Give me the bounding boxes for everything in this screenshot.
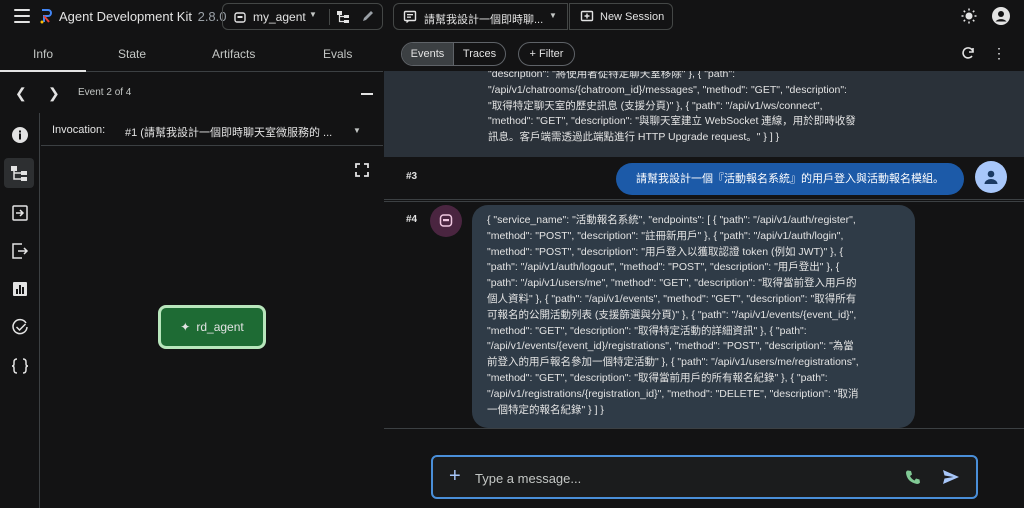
chat-icon bbox=[403, 10, 417, 23]
user-icon bbox=[984, 170, 998, 184]
app-title: Agent Development Kit 2.8.0 bbox=[59, 9, 227, 24]
event-number: #3 bbox=[406, 171, 418, 182]
invocation-select[interactable]: Invocation: #1 (請幫我設計一個即時聊天室微服務的 ... ▼ bbox=[41, 114, 383, 146]
event-line: "method": "GET", "description": "與聊天室建立 … bbox=[488, 115, 856, 128]
session-select-value: 請幫我設計一個即時聊... bbox=[424, 14, 544, 26]
plus-icon: + bbox=[529, 48, 536, 60]
menu-icon[interactable] bbox=[14, 9, 30, 23]
more-vert-icon[interactable]: ⋮ bbox=[992, 45, 1006, 62]
chevron-right-icon[interactable]: ❯ bbox=[48, 85, 60, 102]
sidebar bbox=[0, 113, 40, 508]
info-icon[interactable] bbox=[8, 123, 32, 147]
chart-icon[interactable] bbox=[8, 277, 32, 301]
login-icon[interactable] bbox=[8, 201, 32, 225]
sun-icon[interactable] bbox=[961, 8, 977, 24]
tab-evals[interactable]: Evals bbox=[323, 47, 352, 61]
logout-icon[interactable] bbox=[8, 239, 32, 263]
invocation-label: Invocation: bbox=[52, 124, 106, 136]
chevron-down-icon: ▼ bbox=[309, 10, 317, 19]
phone-icon[interactable] bbox=[905, 469, 921, 485]
response-line: "path": "/api/v1/auth/logout", "method":… bbox=[487, 261, 840, 274]
invocation-value: #1 (請幫我設計一個即時聊天室微服務的 ... bbox=[125, 127, 333, 139]
response-line: "/api/v1/events/{event_id}/registrations… bbox=[487, 340, 854, 353]
collapse-button[interactable] bbox=[361, 93, 373, 95]
events-toggle-button[interactable]: Events bbox=[402, 43, 454, 65]
event-row-3[interactable]: #3 請幫我設計一個『活動報名系統』的用戶登入與活動報名模組。 bbox=[384, 158, 1024, 200]
agent-response-bubble: { "service_name": "活動報名系統", "endpoints":… bbox=[472, 205, 915, 428]
response-line: "path": "/api/v1/users/me", "method": "G… bbox=[487, 277, 857, 290]
add-attachment-icon[interactable]: + bbox=[449, 465, 461, 487]
response-line: { "service_name": "活動報名系統", "endpoints":… bbox=[487, 214, 856, 226]
graph-node-agent[interactable]: ✦ rd_agent bbox=[158, 305, 266, 349]
agent-select-value: my_agent bbox=[253, 10, 306, 24]
graph-icon[interactable] bbox=[4, 158, 34, 188]
send-icon[interactable] bbox=[942, 469, 960, 485]
response-line: 一個特定的報名紀錄" } ] } bbox=[487, 403, 604, 416]
new-session-icon bbox=[580, 10, 594, 22]
view-toggle: Events Traces bbox=[401, 42, 506, 66]
event-text: "description": "將使用者從特定聊天室移除" }, { "path… bbox=[488, 71, 888, 146]
event-line: "description": "將使用者從特定聊天室移除" }, { "path… bbox=[488, 71, 736, 80]
account-icon[interactable] bbox=[992, 7, 1010, 25]
response-line: 個人資料" }, { "path": "/api/v1/events", "me… bbox=[487, 292, 857, 305]
event-position: Event 2 of 4 bbox=[78, 87, 132, 98]
refresh-icon[interactable] bbox=[961, 46, 975, 60]
left-tabs: Info State Artifacts Evals bbox=[0, 38, 383, 72]
new-session-button[interactable]: New Session bbox=[569, 3, 673, 30]
response-line: "method": "POST", "description": "用戶登入以獲… bbox=[487, 245, 843, 258]
response-line: "/api/v1/registrations/{registration_id}… bbox=[487, 387, 859, 400]
tree-icon[interactable] bbox=[336, 10, 350, 24]
divider bbox=[329, 9, 330, 25]
message-input[interactable] bbox=[475, 467, 875, 489]
event-line: "取得特定聊天室的歷史訊息 (支援分頁)" }, { "path": "/api… bbox=[488, 99, 823, 112]
response-line: "method": "POST", "description": "註冊新用戶"… bbox=[487, 229, 844, 242]
top-bar: Agent Development Kit 2.8.0 my_agent ▼ 請… bbox=[0, 0, 1024, 34]
bot-icon bbox=[439, 214, 453, 227]
response-line: 可報名的公開活動列表 (支援篩選與分頁)" }, { "path": "/api… bbox=[487, 308, 857, 321]
traces-toggle-button[interactable]: Traces bbox=[454, 43, 505, 65]
chevron-left-icon[interactable]: ❮ bbox=[15, 85, 27, 102]
fullscreen-icon[interactable] bbox=[355, 163, 369, 177]
bot-icon bbox=[234, 12, 246, 23]
graph-node-label: rd_agent bbox=[196, 320, 244, 334]
user-message-bubble: 請幫我設計一個『活動報名系統』的用戶登入與活動報名模組。 bbox=[616, 163, 964, 195]
pencil-icon[interactable] bbox=[361, 9, 375, 23]
chevron-down-icon: ▼ bbox=[353, 126, 361, 135]
response-line: "method": "GET", "description": "取得當前用戶的… bbox=[487, 371, 828, 384]
braces-icon[interactable] bbox=[8, 354, 32, 378]
tab-state[interactable]: State bbox=[118, 47, 146, 61]
event-navigator: ❮ ❯ Event 2 of 4 bbox=[0, 79, 383, 109]
filter-button[interactable]: + Filter bbox=[518, 42, 575, 66]
bot-avatar bbox=[430, 205, 462, 237]
event-line: 訊息。客戶端需透過此端點進行 HTTP Upgrade request。" } … bbox=[488, 131, 780, 144]
event-number: #4 bbox=[406, 214, 418, 225]
events-toolbar: Events Traces + Filter ⋮ bbox=[384, 38, 1024, 70]
message-composer: + bbox=[431, 455, 978, 499]
agent-select[interactable]: my_agent ▼ bbox=[222, 3, 383, 30]
event-line: "/api/v1/chatrooms/{chatroom_id}/message… bbox=[488, 83, 847, 96]
new-session-label: New Session bbox=[600, 11, 665, 23]
response-line: 前登入的用戶報名參加一個特定活動" }, { "path": "/api/v1/… bbox=[487, 356, 859, 369]
session-select[interactable]: 請幫我設計一個即時聊... ▼ bbox=[393, 3, 568, 30]
tab-artifacts[interactable]: Artifacts bbox=[212, 47, 255, 61]
user-avatar bbox=[975, 161, 1007, 193]
active-tab-indicator bbox=[0, 70, 86, 72]
sparkle-icon: ✦ bbox=[180, 320, 191, 334]
event-row-4[interactable]: #4 { "service_name": "活動報名系統", "endpoint… bbox=[384, 201, 1024, 429]
tab-info[interactable]: Info bbox=[33, 47, 53, 61]
response-line: "method": "GET", "description": "取得特定活動的… bbox=[487, 324, 807, 337]
adk-logo-icon bbox=[40, 9, 52, 24]
filter-label: Filter bbox=[539, 48, 564, 60]
chevron-down-icon: ▼ bbox=[549, 11, 557, 20]
check-circle-icon[interactable] bbox=[8, 315, 32, 339]
event-response-2[interactable]: "description": "將使用者從特定聊天室移除" }, { "path… bbox=[384, 71, 1024, 157]
